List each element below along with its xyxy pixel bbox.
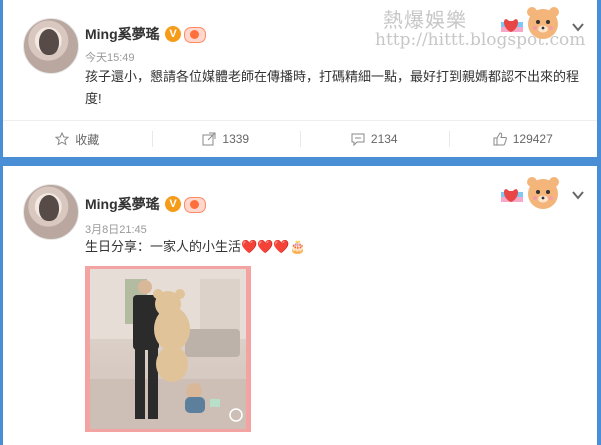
like-button[interactable]: 129427 xyxy=(448,121,598,157)
watermark-title: 熱爆娛樂 xyxy=(383,8,467,32)
verified-icon: V xyxy=(165,26,181,42)
username[interactable]: Ming奚夢瑤 xyxy=(85,194,160,214)
like-count: 129427 xyxy=(512,132,553,146)
comment-count: 2134 xyxy=(370,132,398,146)
verified-icon: V xyxy=(165,196,181,212)
action-bar: 收藏 1339 2134 129427 xyxy=(3,121,597,157)
post-photo xyxy=(90,269,246,429)
fan-badge-icon[interactable] xyxy=(184,27,206,43)
bear-mascot-icon xyxy=(501,177,559,209)
username[interactable]: Ming奚夢瑤 xyxy=(85,24,160,44)
timestamp[interactable]: 今天15:49 xyxy=(85,49,135,65)
comment-icon xyxy=(351,133,365,146)
star-icon xyxy=(55,132,70,146)
avatar[interactable] xyxy=(23,184,79,240)
repost-button[interactable]: 1339 xyxy=(151,121,301,157)
fan-badge-icon[interactable] xyxy=(184,197,206,213)
post-text: 孩子還小，懇請各位媒體老師在傳播時，打碼精細一點，最好打到親媽都認不出來的程度! xyxy=(85,69,580,106)
repost-icon xyxy=(202,132,216,146)
photo-illustration xyxy=(90,269,246,429)
post-text: 生日分享：一家人的小生活❤️❤️❤️🎂 xyxy=(85,239,306,254)
chevron-down-icon[interactable] xyxy=(571,20,585,34)
post-card: 熱爆娛樂 http://hittt.blogspot.com Ming奚夢瑤 V… xyxy=(3,0,597,157)
chevron-down-icon[interactable] xyxy=(571,188,585,202)
repost-count: 1339 xyxy=(222,132,250,146)
comment-button[interactable]: 2134 xyxy=(300,121,449,157)
avatar[interactable] xyxy=(23,18,79,74)
like-icon xyxy=(493,132,507,146)
favorite-label: 收藏 xyxy=(75,132,100,147)
bear-mascot-icon xyxy=(501,7,559,39)
post-image[interactable] xyxy=(85,266,251,432)
post-card: Ming奚夢瑤 V 3月8日21:45 生日分享：一家人的小生活❤️❤️❤️🎂 xyxy=(3,166,597,445)
favorite-button[interactable]: 收藏 xyxy=(3,121,152,157)
timestamp[interactable]: 3月8日21:45 xyxy=(85,221,147,237)
